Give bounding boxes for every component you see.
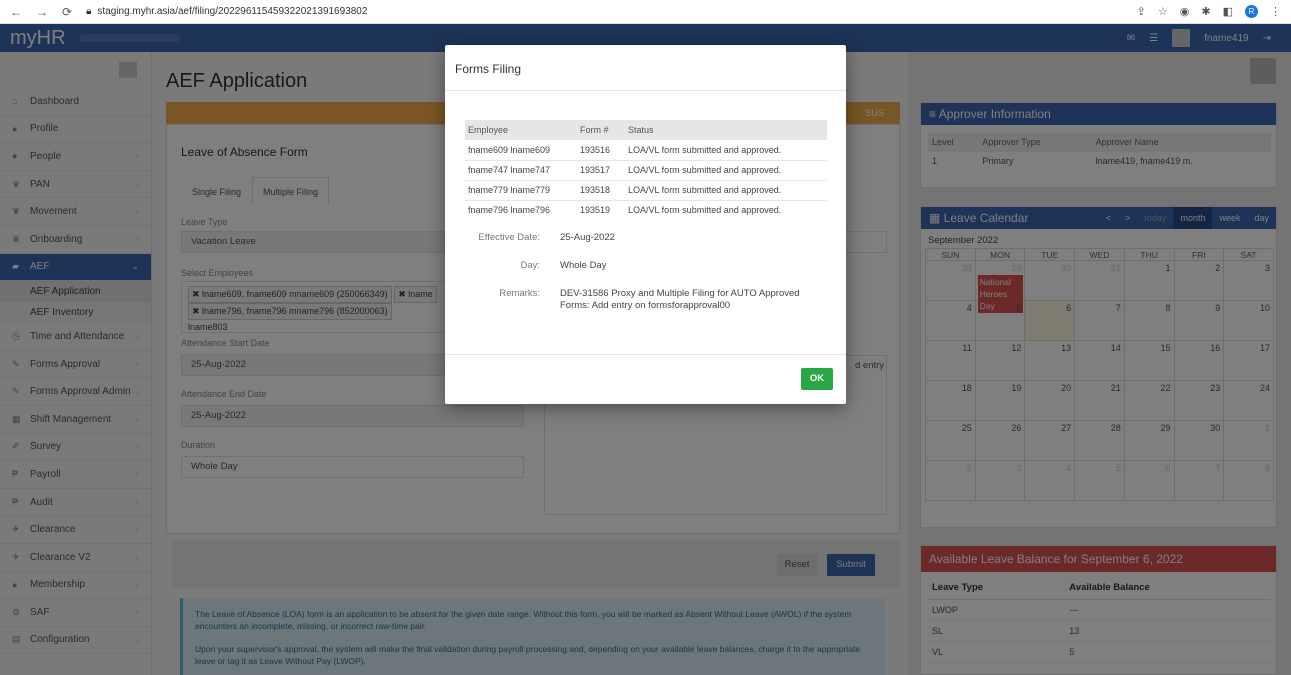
forms-filing-modal: Forms Filing Employee Form # Status fname6… (445, 45, 846, 404)
modal-title: Forms Filing (455, 62, 522, 76)
url-text: staging.myhr.asia/aef/filing/20229611545… (97, 6, 368, 17)
reload-icon[interactable]: ⟳ (62, 5, 72, 19)
extension-icon[interactable]: ◉ (1180, 5, 1190, 18)
menu-icon[interactable]: ⋮ (1270, 5, 1281, 18)
remarks-label: Remarks: (499, 288, 540, 299)
effective-date-label: Effective Date: (478, 232, 540, 243)
effective-date-value: 25-Aug-2022 (560, 232, 615, 243)
remarks-value: DEV-31586 Proxy and Multiple Filing for … (560, 288, 800, 311)
day-value: Whole Day (560, 260, 607, 271)
browser-toolbar: ← → ⟳ 🔒︎ staging.myhr.asia/aef/filing/20… (0, 0, 1291, 24)
table-row: fname796 lname796 193519 LOA/VL form submi… (468, 205, 782, 216)
filing-results-table: Employee Form # Status fname609 lname609 19… (465, 120, 827, 220)
table-row: fname779 lname779 193518 LOA/VL form submi… (465, 180, 827, 201)
lock-icon: 🔒︎ (86, 6, 92, 17)
profile-avatar[interactable]: R (1245, 5, 1258, 18)
share-icon[interactable]: ⇪ (1137, 5, 1146, 18)
table-row: fname609 lname609 193516 LOA/VL form submi… (465, 140, 827, 161)
sidepanel-icon[interactable]: ◧ (1223, 5, 1233, 18)
table-row: fname747 lname747 193517 LOA/VL form submi… (465, 160, 827, 181)
puzzle-icon[interactable]: ✱ (1201, 5, 1210, 18)
divider (445, 354, 846, 355)
divider (445, 90, 846, 91)
back-icon[interactable]: ← (10, 5, 22, 19)
forward-icon[interactable]: → (36, 5, 48, 19)
address-bar[interactable]: 🔒︎ staging.myhr.asia/aef/filing/20229611… (86, 6, 367, 17)
star-icon[interactable]: ☆ (1158, 5, 1168, 18)
ok-button[interactable]: OK (801, 368, 833, 390)
day-label: Day: (520, 260, 540, 271)
